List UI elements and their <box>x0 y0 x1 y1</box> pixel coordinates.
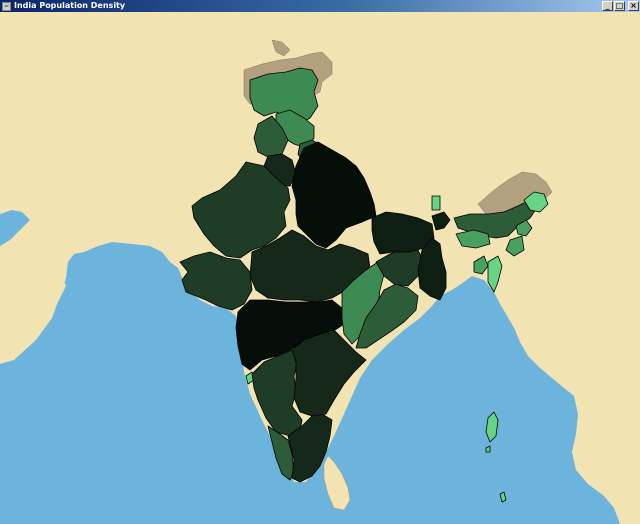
state-sikkim[interactable] <box>431 195 441 211</box>
window-title: India Population Density <box>14 1 126 10</box>
maximize-button[interactable]: □ <box>614 1 625 11</box>
india-density-map[interactable] <box>0 12 640 524</box>
java-cup-icon[interactable]: ☕ <box>2 1 11 11</box>
minimize-button[interactable]: _ <box>602 1 613 11</box>
title-bar[interactable]: ☕ India Population Density _ □ × <box>0 0 640 12</box>
app-window: ☕ India Population Density _ □ × <box>0 0 640 524</box>
map-canvas[interactable] <box>0 12 640 524</box>
window-controls: _ □ × <box>602 1 639 11</box>
close-button[interactable]: × <box>628 1 639 11</box>
